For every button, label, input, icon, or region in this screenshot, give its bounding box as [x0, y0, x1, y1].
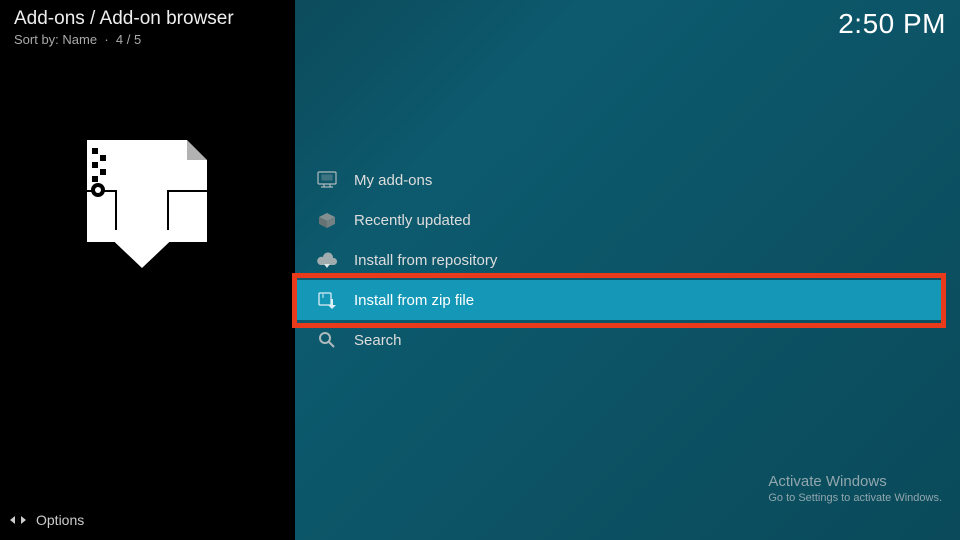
cloud-down-icon [316, 249, 338, 271]
options-arrows-icon [10, 512, 26, 528]
options-button[interactable]: Options [10, 512, 84, 528]
options-label: Options [36, 512, 84, 528]
zip-install-icon [316, 289, 338, 311]
windows-activation-watermark: Activate Windows Go to Settings to activ… [768, 473, 942, 504]
list-position: 4 / 5 [116, 32, 141, 47]
menu-item-search[interactable]: Search [296, 320, 946, 360]
menu-label: My add-ons [354, 172, 432, 189]
search-icon [316, 329, 338, 351]
menu-label: Install from zip file [354, 292, 474, 309]
menu-item-my-addons[interactable]: My add-ons [296, 160, 946, 200]
menu-label: Search [354, 332, 402, 349]
watermark-title: Activate Windows [768, 473, 942, 490]
menu-item-recently-updated[interactable]: Recently updated [296, 200, 946, 240]
menu-list: My add-ons Recently updated Install from… [296, 160, 946, 360]
header: Add-ons / Add-on browser Sort by: Name ·… [14, 8, 946, 47]
menu-label: Recently updated [354, 212, 471, 229]
menu-item-install-zip[interactable]: Install from zip file [296, 280, 946, 320]
menu-label: Install from repository [354, 252, 497, 269]
screen-icon [316, 169, 338, 191]
breadcrumb: Add-ons / Add-on browser [14, 8, 234, 30]
sort-info: Sort by: Name · 4 / 5 [14, 32, 234, 47]
menu-item-install-repository[interactable]: Install from repository [296, 240, 946, 280]
box-icon [316, 209, 338, 231]
clock: 2:50 PM [838, 8, 946, 40]
watermark-subtitle: Go to Settings to activate Windows. [768, 492, 942, 504]
sort-label: Sort by: Name [14, 32, 97, 47]
zip-download-icon [72, 140, 212, 270]
